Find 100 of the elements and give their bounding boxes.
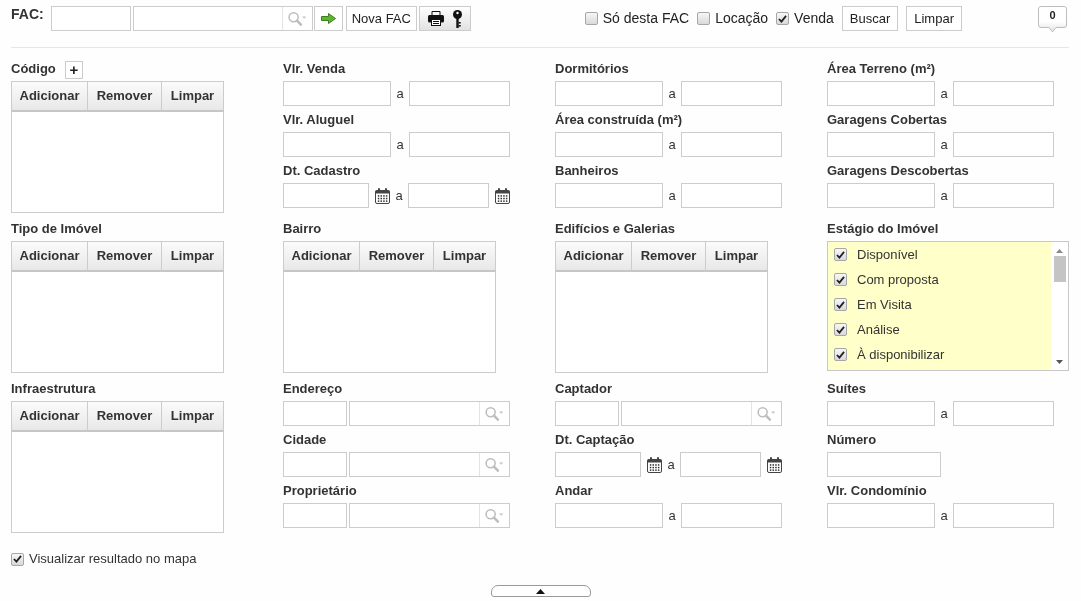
range-separator: a (667, 135, 677, 154)
list-button[interactable]: Remover (359, 241, 434, 272)
clear-button[interactable]: Limpar (906, 6, 962, 31)
input-field[interactable] (681, 183, 782, 208)
calendar-icon[interactable] (375, 187, 390, 204)
checkbox-label: Análise (857, 320, 900, 339)
search-field[interactable] (349, 401, 510, 426)
input-field[interactable] (953, 183, 1054, 208)
input-field[interactable] (681, 81, 782, 106)
input-field[interactable] (555, 503, 663, 528)
checkbox[interactable] (834, 273, 847, 286)
selection-list[interactable] (11, 272, 224, 373)
input-field[interactable] (283, 503, 347, 528)
search-field[interactable] (349, 503, 510, 528)
range-separator: a (395, 84, 405, 103)
range-separator: a (395, 135, 405, 154)
caret-down-icon[interactable] (1056, 360, 1063, 364)
input-field[interactable] (827, 503, 935, 528)
list-button[interactable]: Adicionar (11, 401, 88, 432)
range-separator: a (939, 186, 949, 205)
checkbox[interactable] (834, 248, 847, 261)
field-label: Bairro (283, 221, 322, 237)
list-button[interactable]: Adicionar (283, 241, 360, 272)
range-separator: a (939, 506, 949, 525)
count-badge[interactable]: 0 (1038, 6, 1067, 33)
input-field[interactable] (555, 183, 663, 208)
input-field[interactable] (953, 401, 1054, 426)
input-field[interactable] (283, 452, 347, 477)
input-field[interactable] (409, 132, 510, 157)
selection-list[interactable] (555, 272, 768, 373)
printer-icon (427, 11, 444, 26)
input-field[interactable] (827, 183, 935, 208)
input-field[interactable] (283, 401, 347, 426)
caret-up-icon[interactable] (1056, 249, 1063, 253)
list-button[interactable]: Limpar (161, 401, 224, 432)
field-label: Andar (555, 483, 593, 499)
key-icon (452, 9, 462, 28)
list-button[interactable]: Remover (631, 241, 706, 272)
input-field[interactable] (681, 503, 782, 528)
calendar-icon[interactable] (647, 456, 662, 473)
checkbox[interactable] (834, 323, 847, 336)
go-button[interactable] (313, 6, 343, 31)
checkbox[interactable] (834, 348, 847, 361)
list-button[interactable]: Limpar (433, 241, 496, 272)
input-field[interactable] (555, 452, 641, 477)
input-field[interactable] (283, 132, 391, 157)
search-field[interactable] (132, 6, 313, 31)
checkbox[interactable] (584, 12, 598, 25)
input-field[interactable] (827, 132, 935, 157)
input-field[interactable] (681, 132, 782, 157)
selection-list[interactable] (283, 272, 496, 373)
search-field[interactable] (349, 452, 510, 477)
list-button[interactable]: Remover (87, 81, 162, 112)
list-button[interactable]: Limpar (705, 241, 768, 272)
add-button[interactable]: + (64, 61, 83, 79)
search-button[interactable]: Buscar (841, 6, 899, 31)
list-button[interactable]: Adicionar (555, 241, 632, 272)
field-label: Dt. Cadastro (283, 163, 361, 179)
selection-list[interactable] (11, 432, 224, 533)
input-field[interactable] (50, 6, 131, 31)
input-field[interactable] (283, 81, 391, 106)
input-field[interactable] (953, 503, 1054, 528)
input-field[interactable] (827, 81, 935, 106)
checkbox[interactable] (834, 298, 847, 311)
selection-list[interactable] (11, 112, 224, 213)
list-button[interactable]: Limpar (161, 81, 224, 112)
search-icon (485, 406, 504, 421)
input-field[interactable] (409, 81, 510, 106)
printer-key-button[interactable] (418, 6, 471, 31)
input-field[interactable] (953, 132, 1054, 157)
range-separator: a (939, 135, 949, 154)
list-button[interactable]: Adicionar (11, 81, 88, 112)
list-button[interactable]: Remover (87, 241, 162, 272)
list-button[interactable]: Adicionar (11, 241, 88, 272)
input-field[interactable] (555, 81, 663, 106)
checkbox-label: Locação (715, 9, 769, 28)
list-button[interactable]: Remover (87, 401, 162, 432)
checkbox[interactable] (11, 552, 24, 566)
field-label: Área construída (m²) (555, 112, 683, 128)
input-field[interactable] (827, 401, 935, 426)
calendar-icon[interactable] (767, 456, 782, 473)
input-field[interactable] (827, 452, 941, 477)
scrollbar-thumb[interactable] (1053, 256, 1066, 282)
checkbox-label: Venda (794, 9, 834, 28)
checkbox[interactable] (697, 12, 711, 25)
collapse-handle[interactable] (490, 585, 591, 597)
input-field[interactable] (555, 132, 663, 157)
scrollbar[interactable] (1051, 242, 1068, 370)
input-field[interactable] (555, 401, 619, 426)
search-field[interactable] (621, 401, 782, 426)
search-icon (757, 406, 776, 421)
list-button[interactable]: Limpar (161, 241, 224, 272)
toolbar-button[interactable]: Nova FAC (345, 6, 417, 31)
input-field[interactable] (680, 452, 761, 477)
input-field[interactable] (283, 183, 369, 208)
input-field[interactable] (408, 183, 489, 208)
checkbox[interactable] (776, 12, 790, 25)
calendar-icon[interactable] (495, 187, 510, 204)
search-icon (287, 11, 307, 26)
input-field[interactable] (953, 81, 1054, 106)
